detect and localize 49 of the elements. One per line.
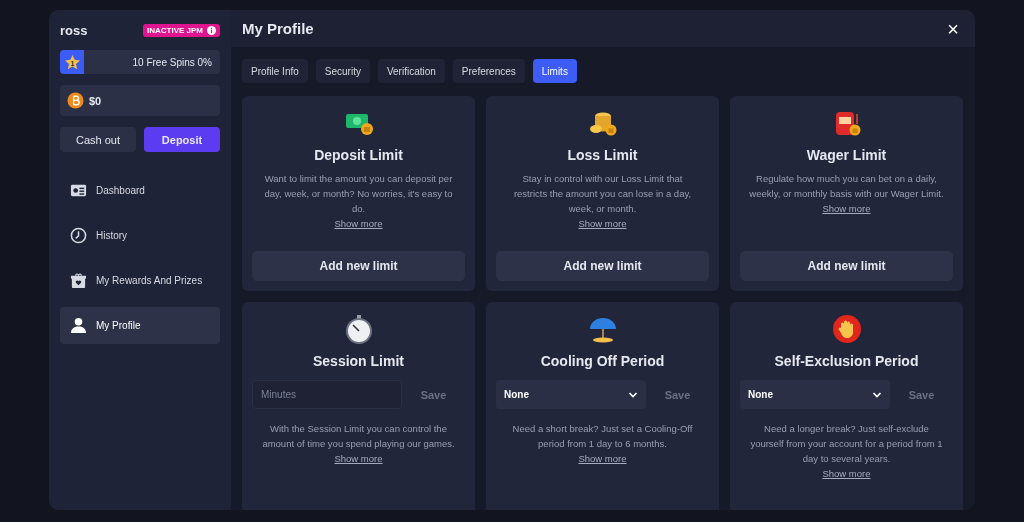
card-description: Regulate how much you can bet on a daily, weekly, or monthly basis with our Wager Limit. [748, 172, 945, 201]
card-description: Stay in control with our Loss Limit that restricts the amount you can lose in a day, week, or month. [512, 172, 693, 216]
page-title: My Profile [242, 20, 314, 37]
tab[interactable]: Security [315, 59, 370, 83]
username: ross [60, 22, 88, 38]
spins-label: 10 Free Spins 0% [132, 56, 212, 68]
show-more-link[interactable]: Show more [578, 451, 627, 466]
minutes-field[interactable]: Minutes [252, 380, 402, 409]
sidebar-item[interactable]: Dashboard [60, 172, 220, 209]
card-title: Session Limit [313, 353, 404, 369]
show-more-link[interactable]: Show more [334, 216, 383, 231]
person-icon [70, 317, 87, 334]
show-more-link[interactable]: Show more [334, 451, 383, 466]
tab[interactable]: Limits [532, 59, 577, 83]
show-more-link[interactable]: Show more [578, 216, 627, 231]
show-more-link[interactable]: Show more [822, 201, 871, 216]
sidebar-item[interactable]: My Profile [60, 307, 220, 344]
close-button[interactable]: × [945, 18, 961, 39]
clock-icon [70, 227, 87, 244]
add-limit-button[interactable]: Add new limit [252, 251, 465, 281]
card-title: Cooling Off Period [540, 353, 665, 369]
balance-amount: $0 [89, 94, 102, 107]
dashboard-icon [70, 182, 87, 199]
stopwatch-icon [343, 314, 374, 344]
sidebar-item[interactable]: My Rewards And Prizes [60, 262, 220, 299]
card-title: Deposit Limit [314, 147, 403, 163]
tab[interactable]: Verification [377, 59, 445, 83]
bitcoin-icon [67, 92, 84, 109]
add-limit-button[interactable]: Add new limit [496, 251, 709, 281]
period-dropdown[interactable]: None [496, 380, 646, 409]
period-dropdown[interactable]: None [740, 380, 890, 409]
tab[interactable]: Preferences [452, 59, 525, 83]
deposit-button[interactable]: Deposit [144, 127, 220, 152]
info-icon [207, 25, 216, 35]
card-title: Loss Limit [567, 147, 638, 163]
card-description: Need a longer break? Just self-exclude yourself from your account for a period from 1 day to several years. [749, 422, 944, 466]
sidebar-item[interactable]: History [60, 217, 220, 254]
stop-hand-icon [831, 314, 862, 344]
gift-icon [70, 272, 87, 289]
card-title: Wager Limit [806, 147, 887, 163]
card-title: Self-Exclusion Period [774, 353, 919, 369]
status-badge: INACTIVE JPM [143, 23, 220, 37]
show-more-link[interactable]: Show more [822, 466, 871, 481]
card-description: Need a short break? Just set a Cooling-Off period from 1 day to 6 months. [511, 422, 694, 451]
cash-out-button[interactable]: Cash out [60, 127, 136, 152]
card-description: Want to limit the amount you can deposit per day, week, or month? No worries, it's easy to do. [263, 172, 454, 216]
add-limit-button[interactable]: Add new limit [740, 251, 953, 281]
tab[interactable]: Profile Info [242, 59, 308, 83]
card-description: With the Session Limit you can control the amount of time you spend playing our games. [261, 422, 456, 451]
